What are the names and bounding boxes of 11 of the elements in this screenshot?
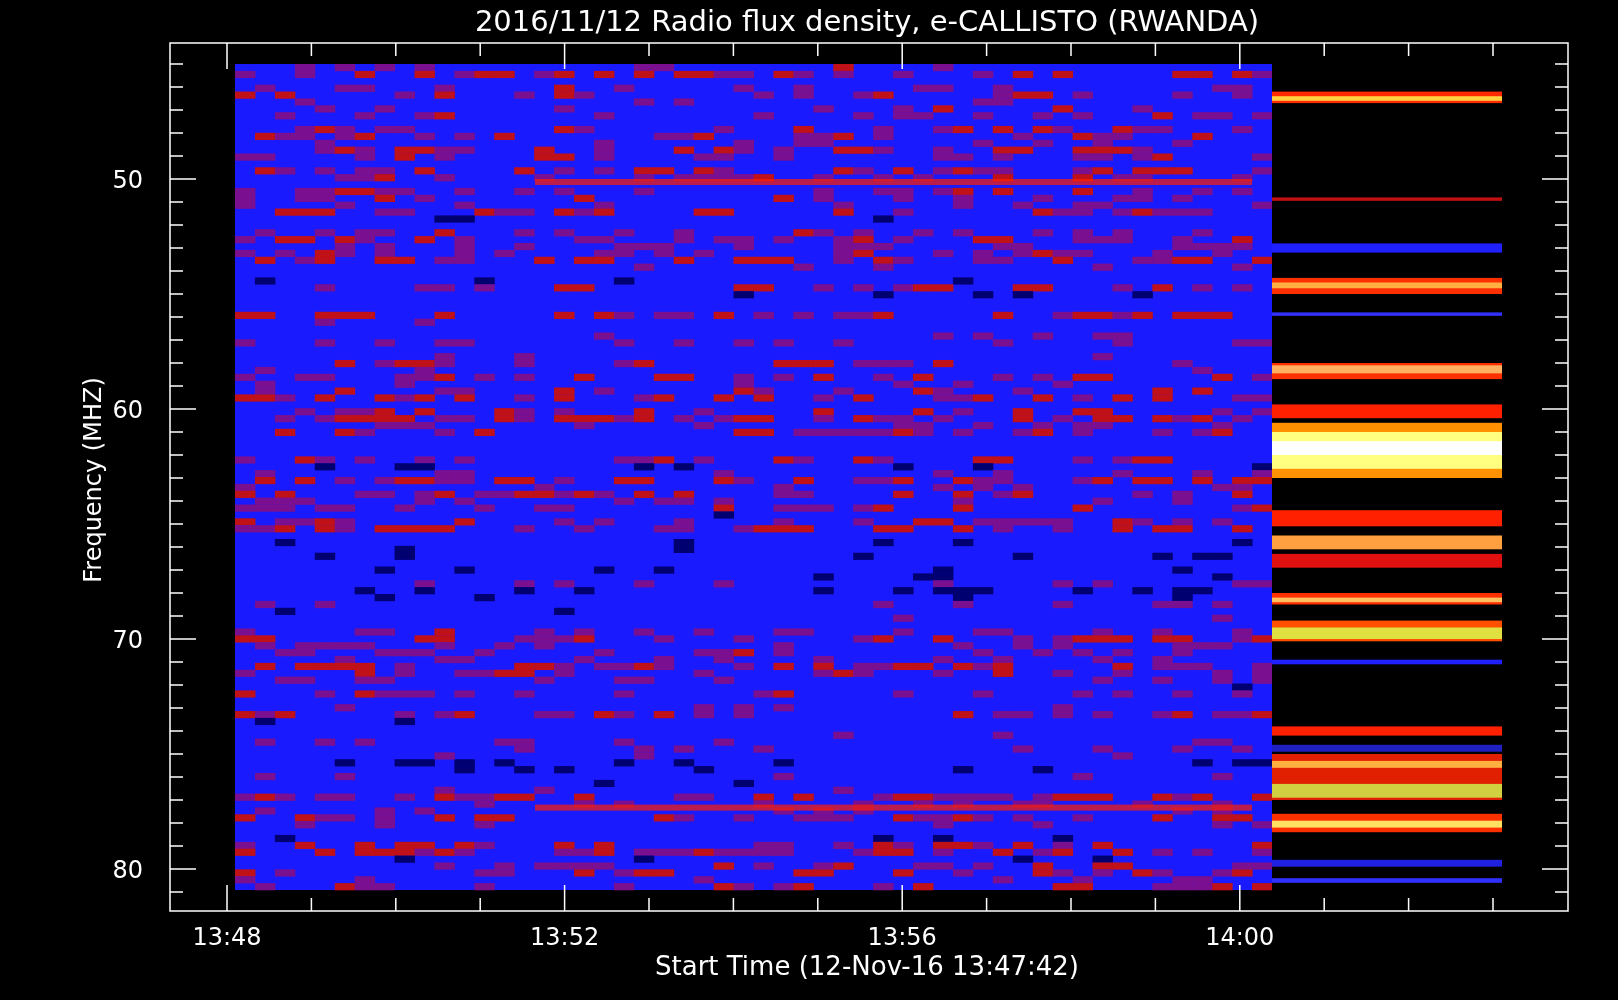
x-tick-label: 13:56 — [867, 923, 937, 951]
x-tick-label: 14:00 — [1205, 923, 1275, 951]
y-tick-label: 50 — [112, 166, 143, 194]
y-tick-label: 80 — [112, 856, 143, 884]
y-axis-label: Frequency (MHZ) — [79, 377, 107, 583]
x-tick-label: 13:52 — [530, 923, 600, 951]
y-tick-label: 60 — [112, 396, 143, 424]
y-tick-label: 70 — [112, 626, 143, 654]
x-tick-label: 13:48 — [192, 923, 262, 951]
chart-title: 2016/11/12 Radio flux density, e-CALLISTO (RWANDA) — [474, 4, 1260, 38]
x-axis-label: Start Time (12-Nov-16 13:47:42) — [655, 951, 1079, 981]
